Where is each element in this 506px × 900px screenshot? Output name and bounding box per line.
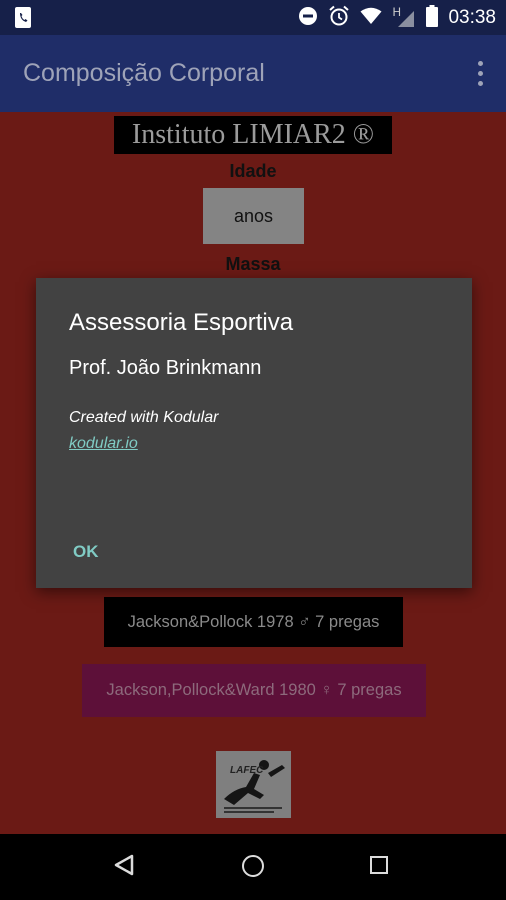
massa-label: Massa [225, 254, 281, 274]
home-icon[interactable] [242, 855, 264, 877]
logo-text: LAFEC [230, 765, 264, 776]
jackson-pollock-ward-button[interactable]: Jackson,Pollock&Ward 1980 ♀ 7 pregas [82, 664, 426, 717]
recents-icon[interactable] [370, 856, 388, 874]
about-dialog: Assessoria Esportiva Prof. João Brinkman… [36, 278, 472, 588]
wifi-icon [360, 7, 382, 29]
idade-input[interactable]: anos [203, 188, 304, 244]
dialog-subtitle: Prof. João Brinkmann [69, 357, 262, 379]
alarm-icon [328, 5, 350, 31]
jackson-pollock-button[interactable]: Jackson&Pollock 1978 ♂ 7 pregas [104, 597, 403, 647]
idade-label: Idade [229, 161, 277, 181]
more-vert-icon[interactable] [476, 61, 484, 87]
do-not-disturb-icon [298, 6, 318, 30]
battery-icon [426, 4, 439, 31]
app-bar: Composição Corporal [0, 35, 506, 112]
app-title: Composição Corporal [23, 59, 265, 87]
signal-icon: H [392, 5, 416, 29]
kodular-link[interactable]: kodular.io [69, 435, 138, 453]
navigation-bar [0, 834, 506, 900]
lafec-logo: LAFEC [216, 751, 291, 818]
dialog-title: Assessoria Esportiva [69, 309, 294, 336]
status-icons: H 03:38 [298, 0, 496, 35]
brand-label: Instituto LIMIAR2 ® [114, 116, 392, 154]
clock: 03:38 [448, 6, 496, 28]
back-icon[interactable] [112, 853, 136, 881]
ok-button[interactable]: OK [61, 538, 111, 566]
dialog-created-text: Created with Kodular [69, 409, 219, 426]
phone-notification-icon [14, 7, 32, 28]
status-bar: H 03:38 [0, 0, 506, 35]
